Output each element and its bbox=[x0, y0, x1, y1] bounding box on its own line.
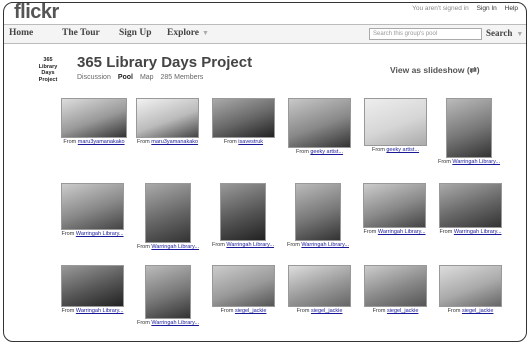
photo-thumbnail[interactable] bbox=[364, 265, 427, 307]
from-label: From bbox=[447, 308, 462, 314]
from-label: From bbox=[220, 308, 235, 314]
signed-status-text: You aren't signed in bbox=[412, 5, 469, 12]
photo-thumbnail[interactable] bbox=[61, 265, 124, 307]
photo-author-link[interactable]: siegel_jackie bbox=[235, 308, 267, 314]
photo-caption: From isavestruk bbox=[204, 139, 284, 146]
photo-caption: From geeky artist... bbox=[280, 149, 360, 156]
tab-discussion[interactable]: Discussion bbox=[77, 74, 111, 81]
nav-explore[interactable]: Explore ▼ bbox=[167, 28, 209, 38]
from-label: From bbox=[371, 147, 387, 153]
search-button[interactable]: Search ▼ bbox=[486, 28, 523, 38]
from-label: From bbox=[136, 244, 152, 250]
photo-caption: From geeky artist... bbox=[356, 147, 436, 154]
photo-author-link[interactable]: geeky artist... bbox=[310, 149, 343, 155]
tab-map[interactable]: Map bbox=[140, 74, 154, 81]
photo-caption: From maru3yamanakako bbox=[128, 139, 208, 146]
nav-tour[interactable]: The Tour bbox=[62, 28, 100, 38]
from-label: From bbox=[363, 229, 378, 235]
photo-author-link[interactable]: Warringah Library... bbox=[151, 244, 199, 250]
nav-explore-label: Explore bbox=[167, 28, 200, 38]
photo-author-link[interactable]: Warringah Library... bbox=[452, 159, 500, 165]
chevron-down-icon: ▼ bbox=[516, 30, 524, 38]
photo-thumbnail[interactable] bbox=[295, 183, 341, 241]
flickr-logo[interactable]: flickr bbox=[14, 3, 59, 24]
photo-thumbnail[interactable] bbox=[364, 98, 427, 146]
photo-thumbnail[interactable] bbox=[145, 265, 191, 319]
photo-author-link[interactable]: Warringah Library... bbox=[378, 229, 426, 235]
photo-author-link[interactable]: maru3yamanakako bbox=[151, 139, 198, 145]
photo-caption: From Warringah Library... bbox=[278, 242, 358, 249]
from-label: From bbox=[223, 139, 239, 145]
photo-author-link[interactable]: maru3yamanakako bbox=[78, 139, 125, 145]
search-input[interactable]: Search this group's pool bbox=[369, 28, 482, 40]
photo-author-link[interactable]: siegel_jackie bbox=[462, 308, 494, 314]
photo-caption: From siegel_jackie bbox=[431, 308, 511, 315]
search-button-label: Search bbox=[486, 28, 513, 38]
photo-thumbnail[interactable] bbox=[212, 265, 275, 307]
slideshow-link[interactable]: View as slideshow (⇄) bbox=[390, 65, 480, 76]
photo-caption: From siegel_jackie bbox=[280, 308, 360, 315]
sign-in-link[interactable]: Sign In bbox=[477, 5, 497, 12]
photo-author-link[interactable]: siegel_jackie bbox=[311, 308, 343, 314]
photo-caption: From Warringah Library... bbox=[53, 308, 133, 315]
photo-thumbnail[interactable] bbox=[439, 265, 502, 307]
photo-thumbnail[interactable] bbox=[288, 265, 351, 307]
photo-author-link[interactable]: Warringah Library... bbox=[76, 231, 124, 237]
help-link[interactable]: Help bbox=[505, 5, 518, 12]
photo-author-link[interactable]: siegel_jackie bbox=[387, 308, 419, 314]
from-label: From bbox=[136, 139, 152, 145]
photo-caption: From Warringah Library... bbox=[53, 231, 133, 238]
photo-author-link[interactable]: Warringah Library... bbox=[76, 308, 124, 314]
from-label: From bbox=[286, 242, 302, 248]
tab-pool[interactable]: Pool bbox=[118, 74, 133, 81]
account-status: You aren't signed in Sign In Help bbox=[412, 5, 518, 12]
photo-author-link[interactable]: isavestruk bbox=[238, 139, 263, 145]
nav-signup[interactable]: Sign Up bbox=[119, 28, 151, 38]
photo-thumbnail[interactable] bbox=[446, 98, 492, 158]
from-label: From bbox=[372, 308, 387, 314]
from-label: From bbox=[136, 320, 152, 326]
photo-caption: From siegel_jackie bbox=[356, 308, 436, 315]
from-label: From bbox=[63, 139, 78, 145]
photo-caption: From maru3yamanakako bbox=[54, 139, 134, 146]
photo-thumbnail[interactable] bbox=[61, 98, 127, 138]
photo-caption: From Warringah Library... bbox=[355, 229, 435, 236]
main-nav: Home The Tour Sign Up Explore ▼ Search th… bbox=[4, 24, 526, 44]
from-label: From bbox=[61, 231, 76, 237]
from-label: From bbox=[61, 308, 76, 314]
browser-frame: flickr You aren't signed in Sign In Help… bbox=[3, 2, 527, 342]
photo-author-link[interactable]: Warringah Library... bbox=[301, 242, 349, 248]
group-subnav: Discussion Pool Map 285 Members bbox=[77, 74, 208, 81]
group-icon[interactable]: 365 Library Days Project bbox=[36, 57, 60, 89]
photo-thumbnail[interactable] bbox=[288, 98, 351, 148]
photo-author-link[interactable]: geeky artist... bbox=[386, 147, 419, 153]
photo-thumbnail[interactable] bbox=[136, 98, 199, 138]
chevron-down-icon: ▼ bbox=[202, 29, 209, 37]
tab-members[interactable]: 285 Members bbox=[161, 74, 204, 81]
photo-author-link[interactable]: Warringah Library... bbox=[454, 229, 502, 235]
photo-caption: From Warringah Library... bbox=[203, 242, 283, 249]
from-label: From bbox=[211, 242, 227, 248]
photo-caption: From Warringah Library... bbox=[429, 159, 509, 166]
photo-caption: From Warringah Library... bbox=[431, 229, 511, 236]
photo-author-link[interactable]: Warringah Library... bbox=[151, 320, 199, 326]
from-label: From bbox=[295, 149, 311, 155]
photo-caption: From siegel_jackie bbox=[204, 308, 284, 315]
page-title: 365 Library Days Project bbox=[77, 54, 253, 71]
photo-thumbnail[interactable] bbox=[439, 183, 502, 228]
photo-caption: From Warringah Library... bbox=[128, 320, 208, 327]
from-label: From bbox=[439, 229, 454, 235]
from-label: From bbox=[296, 308, 311, 314]
nav-home[interactable]: Home bbox=[9, 28, 33, 38]
photo-thumbnail[interactable] bbox=[363, 183, 426, 228]
from-label: From bbox=[437, 159, 453, 165]
photo-caption: From Warringah Library... bbox=[128, 244, 208, 251]
photo-thumbnail[interactable] bbox=[61, 183, 124, 230]
photo-author-link[interactable]: Warringah Library... bbox=[226, 242, 274, 248]
photo-thumbnail[interactable] bbox=[220, 183, 266, 241]
photo-thumbnail[interactable] bbox=[212, 98, 275, 138]
photo-thumbnail[interactable] bbox=[145, 183, 191, 243]
